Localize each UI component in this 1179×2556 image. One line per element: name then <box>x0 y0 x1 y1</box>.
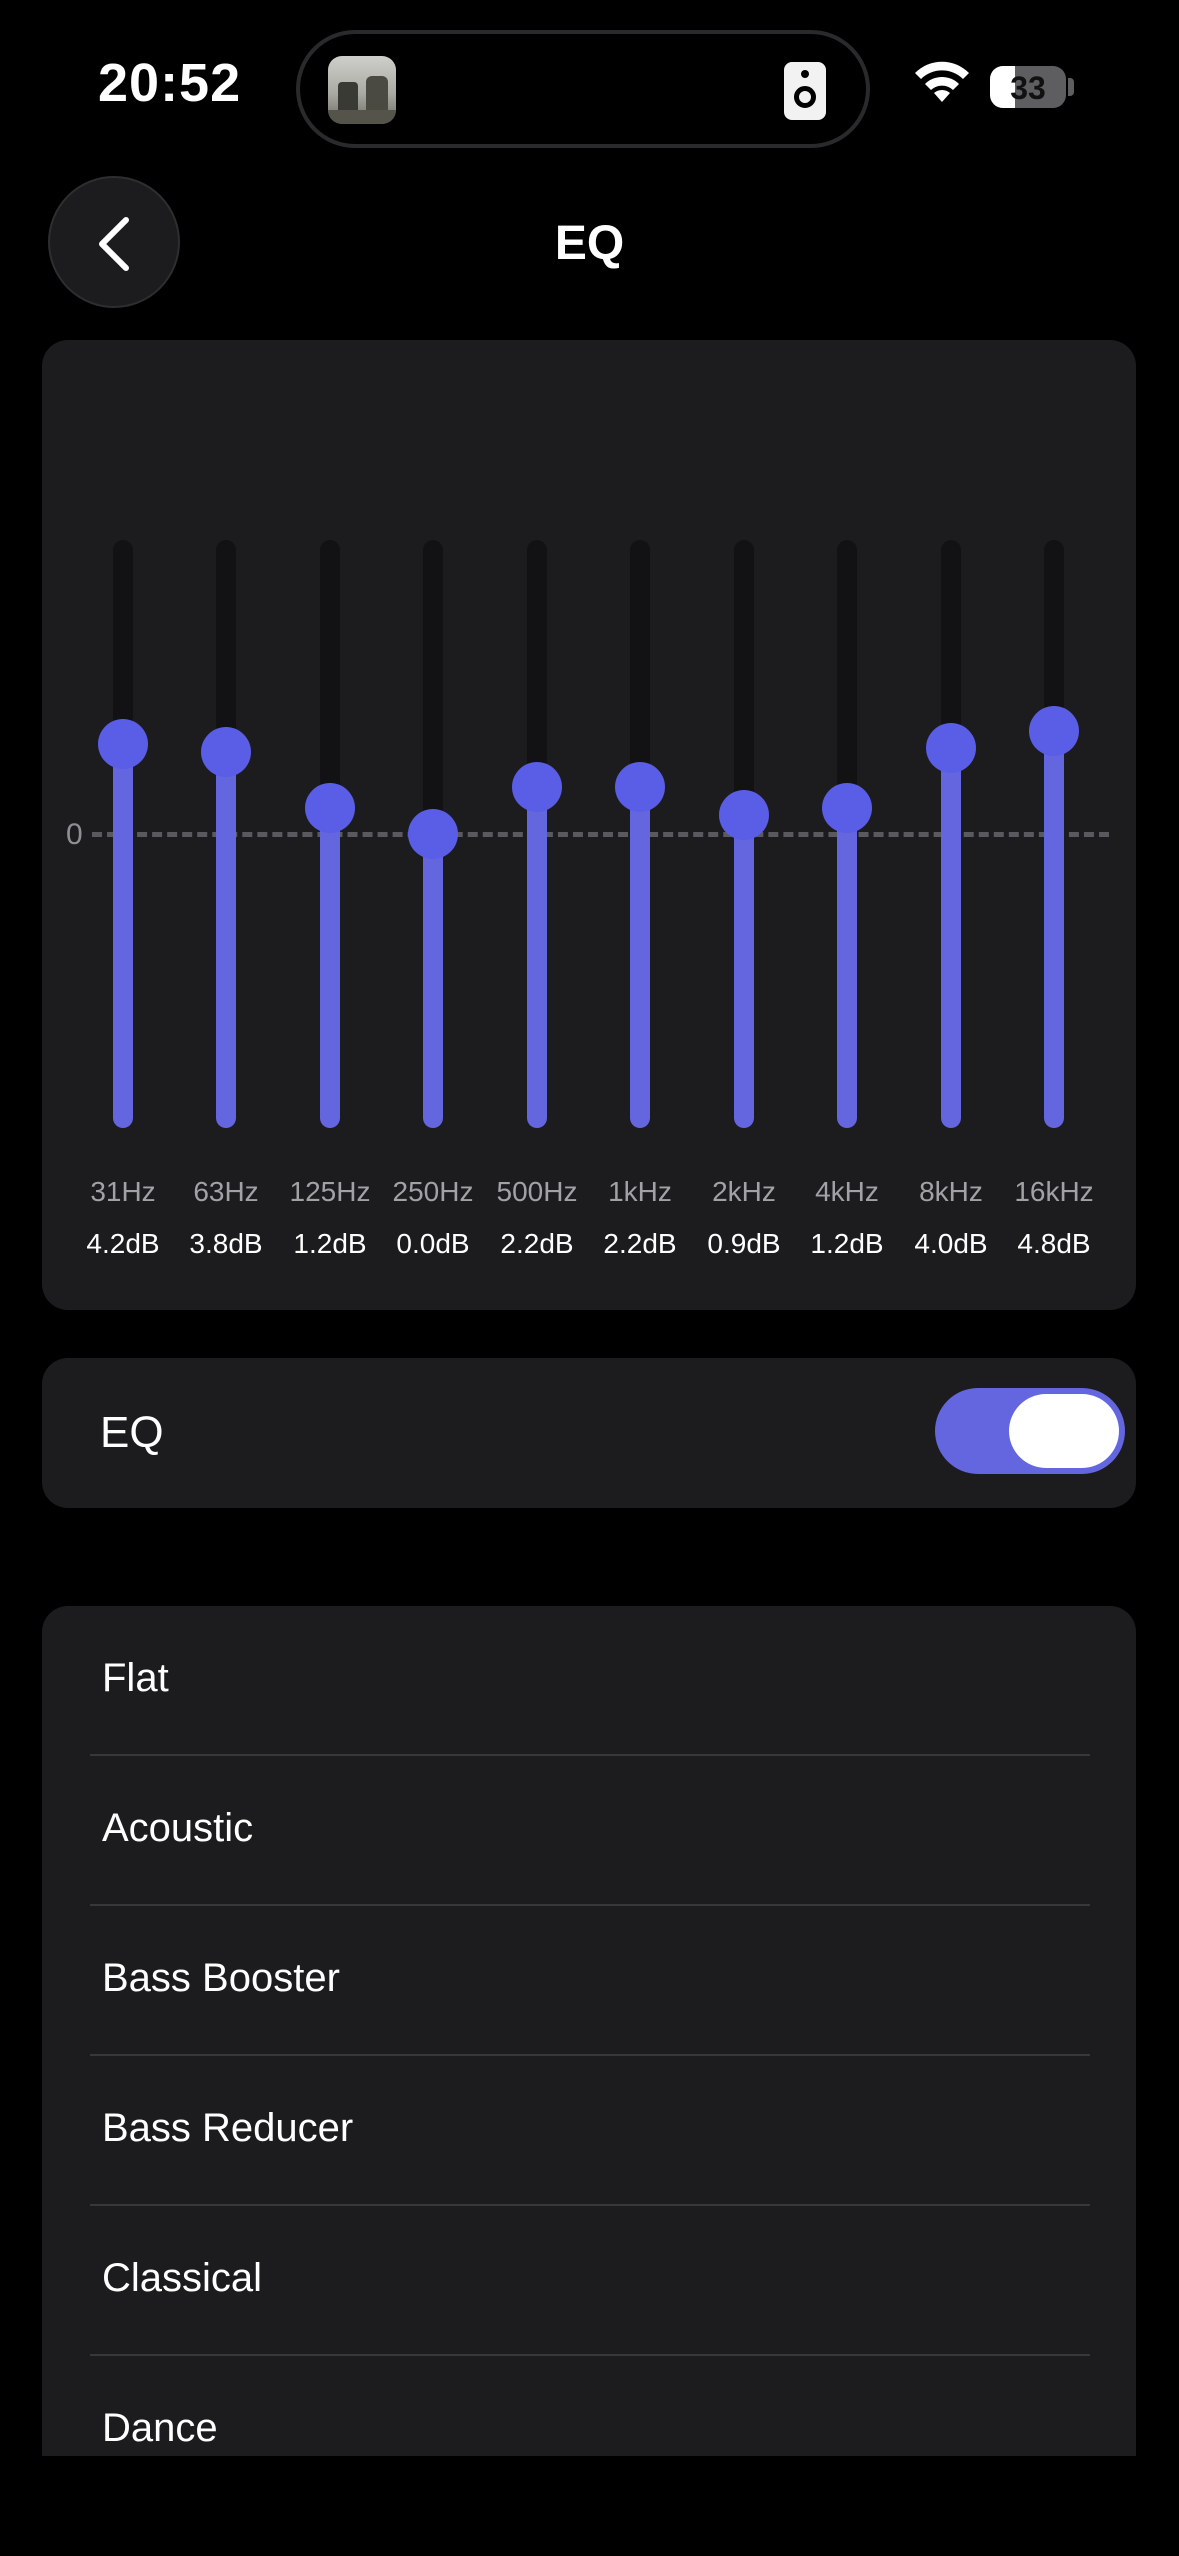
slider-fill <box>630 786 650 1128</box>
band-gain-label: 3.8dB <box>189 1228 263 1259</box>
band-gain-label: 0.9dB <box>707 1228 781 1259</box>
band-gain-label: 1.2dB <box>293 1228 367 1259</box>
toggle-thumb <box>1009 1394 1119 1468</box>
preset-item[interactable]: Dance <box>42 2356 1136 2456</box>
eq-band-slider[interactable] <box>1029 540 1079 1128</box>
slider-fill <box>1044 730 1064 1128</box>
band-frequency-label: 125Hz <box>289 1176 371 1207</box>
band-gain-label: 4.2dB <box>86 1228 160 1259</box>
band-gain-label: 1.2dB <box>810 1228 884 1259</box>
slider-knob[interactable] <box>98 718 148 769</box>
band-frequency-label: 31Hz <box>90 1176 156 1207</box>
slider-fill <box>527 786 547 1128</box>
dynamic-island[interactable] <box>296 30 870 148</box>
band-gain-label: 2.2dB <box>500 1228 574 1259</box>
slider-knob[interactable] <box>926 723 976 773</box>
status-time: 20:52 <box>98 53 242 113</box>
slider-fill <box>320 808 340 1128</box>
slider-knob[interactable] <box>1029 705 1079 756</box>
band-frequency-label: 63Hz <box>193 1176 259 1207</box>
band-frequency-label: 250Hz <box>392 1176 474 1207</box>
slider-knob[interactable] <box>615 761 665 812</box>
eq-band-slider[interactable] <box>615 540 665 1128</box>
band-frequency-label: 16kHz <box>1014 1176 1094 1207</box>
slider-knob[interactable] <box>201 727 251 778</box>
band-frequency-label: 500Hz <box>496 1176 578 1207</box>
eq-toggle-switch[interactable] <box>935 1388 1125 1474</box>
slider-knob[interactable] <box>305 783 355 834</box>
page-title: EQ <box>554 217 625 270</box>
band-frequency-label: 4kHz <box>815 1176 879 1207</box>
slider-fill <box>216 752 236 1128</box>
eq-band-slider[interactable] <box>926 540 976 1128</box>
band-frequency-label: 8kHz <box>919 1176 983 1207</box>
slider-knob[interactable] <box>408 809 458 859</box>
eq-band-slider[interactable] <box>98 540 148 1128</box>
preset-list: Flat Acoustic Bass Booster Bass Reducer Clas… <box>42 1606 1136 2456</box>
preset-item[interactable]: Acoustic <box>42 1756 1136 1906</box>
eq-band-slider[interactable] <box>305 540 355 1128</box>
preset-label: Dance <box>102 2406 218 2450</box>
preset-item[interactable]: Bass Booster <box>42 1906 1136 2056</box>
slider-knob[interactable] <box>822 783 872 834</box>
band-gain-label: 0.0dB <box>396 1228 470 1259</box>
battery-percent: 33 <box>1010 70 1046 106</box>
album-art-thumbnail <box>328 56 396 124</box>
band-gain-label: 2.2dB <box>603 1228 677 1259</box>
slider-fill <box>837 808 857 1128</box>
zero-db-label: 0 <box>66 818 83 851</box>
wifi-icon <box>915 61 969 102</box>
preset-label: Bass Booster <box>102 1956 340 2000</box>
preset-item[interactable]: Classical <box>42 2206 1136 2356</box>
band-frequency-label: 1kHz <box>608 1176 672 1207</box>
battery-tip <box>1068 78 1074 96</box>
eq-band-slider[interactable] <box>512 540 562 1128</box>
band-frequency-label: 2kHz <box>712 1176 776 1207</box>
battery-icon: 33 <box>990 66 1066 108</box>
eq-band-slider[interactable] <box>408 540 458 1128</box>
band-gain-label: 4.8dB <box>1017 1228 1091 1259</box>
slider-fill <box>423 834 443 1128</box>
slider-fill <box>941 748 961 1128</box>
eq-graph-card <box>42 340 1136 1310</box>
eq-band-slider[interactable] <box>822 540 872 1128</box>
eq-band-slider[interactable] <box>719 540 769 1128</box>
slider-knob[interactable] <box>512 761 562 812</box>
preset-item[interactable]: Flat <box>42 1606 1136 1756</box>
eq-toggle-label: EQ <box>100 1408 164 1457</box>
preset-item[interactable]: Bass Reducer <box>42 2056 1136 2206</box>
slider-knob[interactable] <box>719 789 769 840</box>
band-gain-label: 4.0dB <box>914 1228 988 1259</box>
preset-label: Classical <box>102 2256 263 2300</box>
eq-band-slider[interactable] <box>201 540 251 1128</box>
slider-fill <box>734 814 754 1128</box>
preset-label: Bass Reducer <box>102 2106 354 2150</box>
preset-label: Acoustic <box>102 1806 254 1850</box>
slider-fill <box>113 743 133 1128</box>
speaker-icon <box>784 62 826 120</box>
preset-label: Flat <box>102 1656 169 1700</box>
eq-screen: 20:52 33 EQ 0 31Hz 4.2dB 63Hz 3.8dB 125Hz 1.2… <box>0 0 1179 2556</box>
